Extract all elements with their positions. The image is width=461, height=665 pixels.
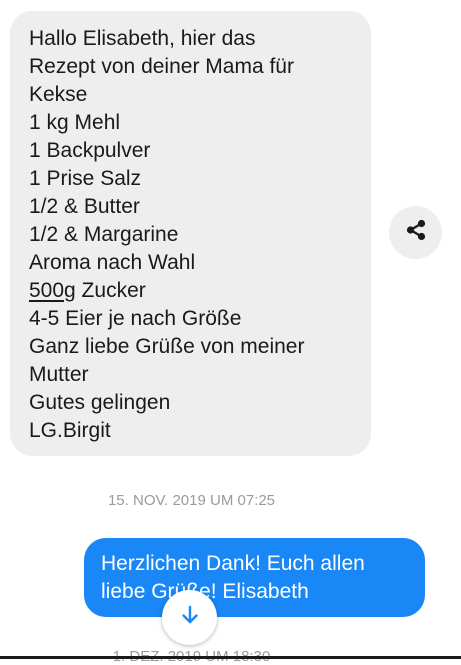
message-line: Ganz liebe Grüße von meiner bbox=[29, 335, 305, 358]
message-line: 4-5 Eier je nach Größe bbox=[29, 307, 242, 330]
message-line: 1 Backpulver bbox=[29, 139, 151, 162]
message-line: Rezept von deiner Mama für bbox=[29, 55, 294, 78]
message-timestamp: 15. NOV. 2019 UM 07:25 bbox=[107, 492, 276, 509]
incoming-message-bubble[interactable]: Hallo Elisabeth, hier das Rezept von dei… bbox=[10, 11, 371, 456]
message-line-rest: g Zucker bbox=[64, 279, 146, 302]
message-line: liebe Grüße! Elisabeth bbox=[101, 580, 309, 603]
share-button[interactable] bbox=[389, 206, 442, 259]
message-line: Aroma nach Wahl bbox=[29, 251, 196, 274]
message-line: Mutter bbox=[29, 363, 89, 386]
message-line: Kekse bbox=[29, 83, 88, 106]
message-line: 1/2 & Butter bbox=[29, 195, 140, 218]
share-icon bbox=[404, 218, 428, 247]
message-line: Herzlichen Dank! Euch allen bbox=[101, 552, 365, 575]
message-line: 500g Zucker bbox=[29, 277, 355, 305]
message-line: Hallo Elisabeth, hier das bbox=[29, 27, 256, 50]
outgoing-message-bubble[interactable]: Herzlichen Dank! Euch allen liebe Grüße!… bbox=[84, 538, 425, 617]
message-line: 1 kg Mehl bbox=[29, 111, 121, 134]
message-line: Gutes gelingen bbox=[29, 391, 171, 414]
message-line: LG.Birgit bbox=[29, 419, 111, 442]
linked-number[interactable]: 500 bbox=[29, 279, 64, 302]
message-line: 1/2 & Margarine bbox=[29, 223, 179, 246]
scroll-down-button[interactable] bbox=[162, 590, 217, 645]
arrow-down-icon bbox=[179, 604, 201, 631]
message-line: 1 Prise Salz bbox=[29, 167, 142, 190]
